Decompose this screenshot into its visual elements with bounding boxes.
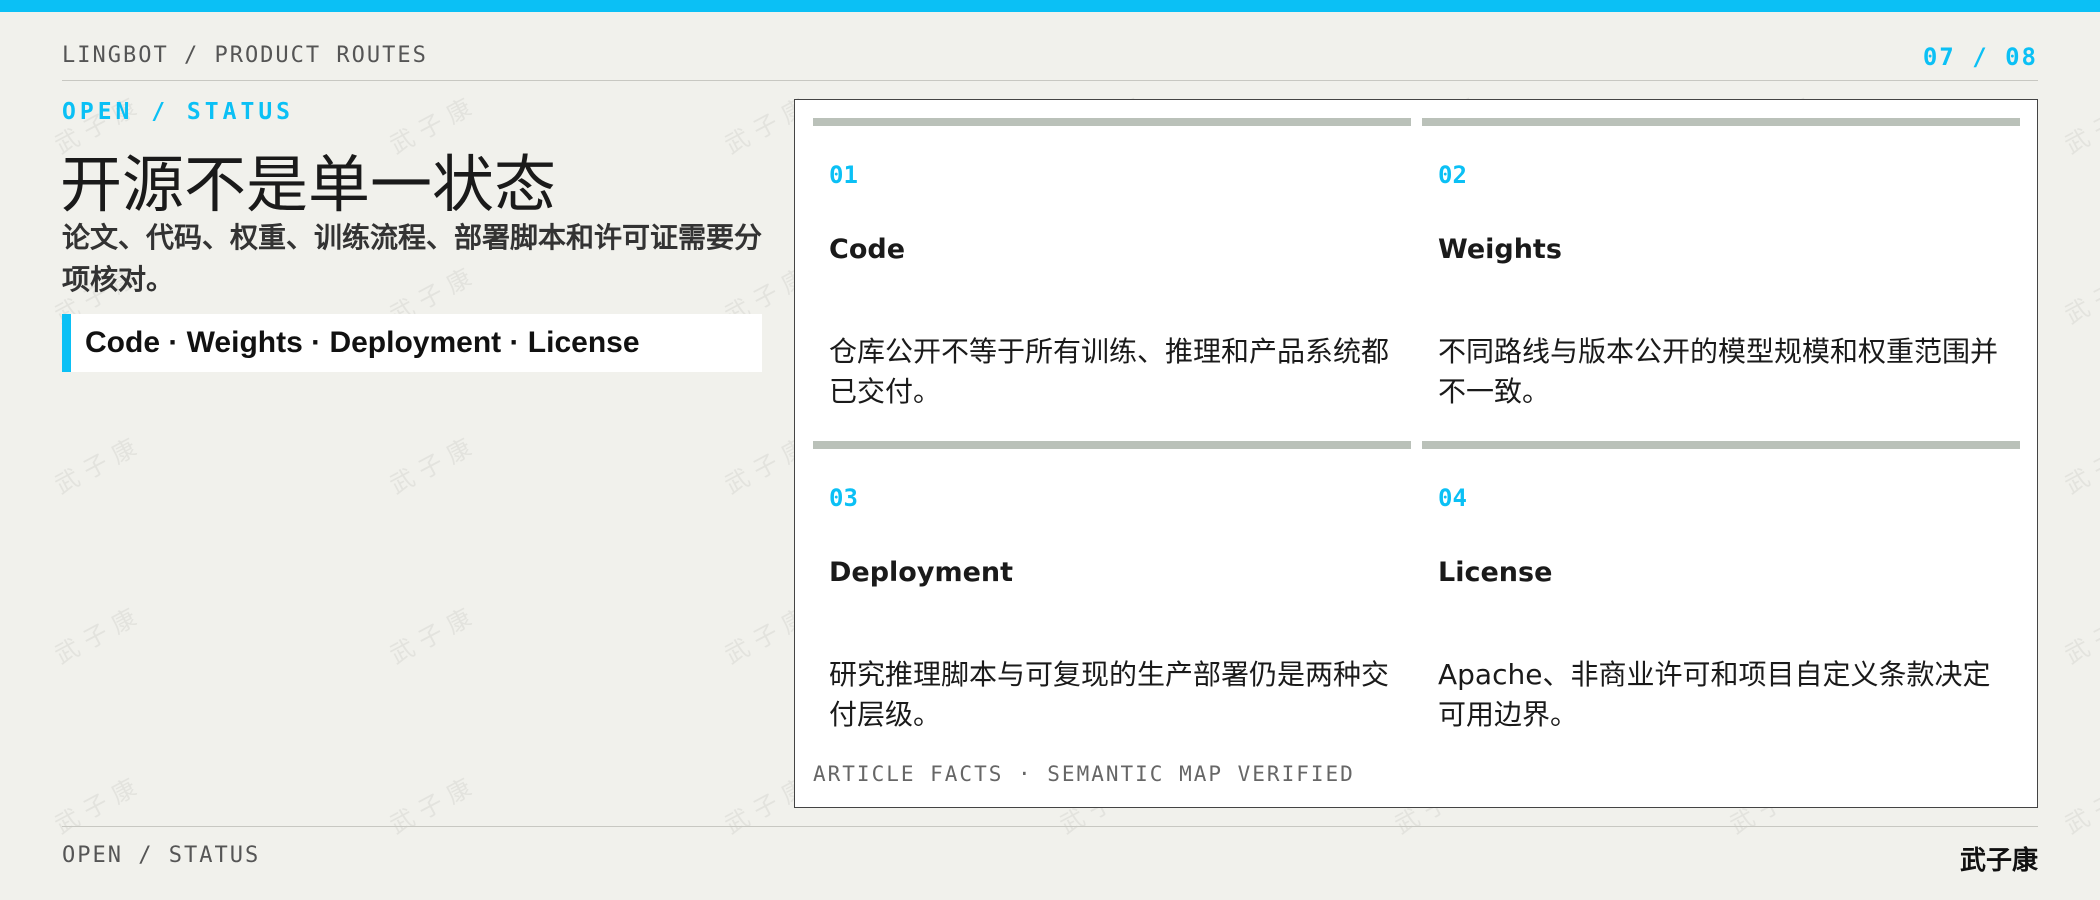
page-indicator: 07 / 08 [1922,43,2038,71]
fact-card-deployment: 03 Deployment 研究推理脚本与可复现的生产部署仍是两种交付层级。 [813,441,1411,756]
card-description: 不同路线与版本公开的模型规模和权重范围并不一致。 [1438,335,1999,408]
footer-author: 武子康 [1959,846,2038,876]
card-title: License [1438,557,1553,588]
card-top-bar [1422,118,2020,126]
header-divider [62,80,2038,81]
card-number: 04 [1438,484,1467,512]
card-description: 研究推理脚本与可复现的生产部署仍是两种交付层级。 [829,658,1390,731]
card-title: Code [829,234,906,265]
card-title: Weights [1438,234,1562,265]
watermark-text: 武子康 [50,429,149,500]
tagline-callout: Code · Weights · Deployment · License [62,314,762,372]
watermark-text: 武子康 [2060,769,2100,840]
page-title: 开源不是单一状态 [60,148,557,221]
watermark-text: 武子康 [385,769,484,840]
card-top-bar [813,441,1411,449]
card-title: Deployment [829,557,1014,588]
card-number: 01 [829,161,858,189]
card-top-bar [813,118,1411,126]
watermark-text: 武子康 [385,429,484,500]
watermark-text: 武子康 [2060,599,2100,670]
top-accent-bar [0,0,2100,12]
watermark-text: 武子康 [2060,259,2100,330]
fact-card-weights: 02 Weights 不同路线与版本公开的模型规模和权重范围并不一致。 [1422,118,2020,433]
fact-card-license: 04 License Apache、非商业许可和项目自定义条款决定可用边界。 [1422,441,2020,756]
card-number: 03 [829,484,858,512]
footer-section-label: OPEN / STATUS [62,843,261,868]
section-kicker: OPEN / STATUS [62,99,295,125]
card-description: Apache、非商业许可和项目自定义条款决定可用边界。 [1438,658,1991,731]
watermark-text: 武子康 [385,599,484,670]
card-description: 仓库公开不等于所有训练、推理和产品系统都已交付。 [829,335,1390,408]
card-top-bar [1422,441,2020,449]
brand-breadcrumb: LINGBOT / PRODUCT ROUTES [62,43,428,68]
card-number: 02 [1438,161,1467,189]
page-subtitle: 论文、代码、权重、训练流程、部署脚本和许可证需要分项核对。 [62,221,763,296]
watermark-text: 武子康 [50,769,149,840]
tagline-text: Code · Weights · Deployment · License [85,326,640,359]
watermark-text: 武子康 [50,599,149,670]
panel-footnote: ARTICLE FACTS · SEMANTIC MAP VERIFIED [813,762,1355,786]
footer-divider [62,826,2038,827]
watermark-text: 武子康 [2060,89,2100,160]
facts-panel: 01 Code 仓库公开不等于所有训练、推理和产品系统都已交付。 02 Weig… [794,99,2038,808]
fact-card-code: 01 Code 仓库公开不等于所有训练、推理和产品系统都已交付。 [813,118,1411,433]
watermark-text: 武子康 [2060,429,2100,500]
